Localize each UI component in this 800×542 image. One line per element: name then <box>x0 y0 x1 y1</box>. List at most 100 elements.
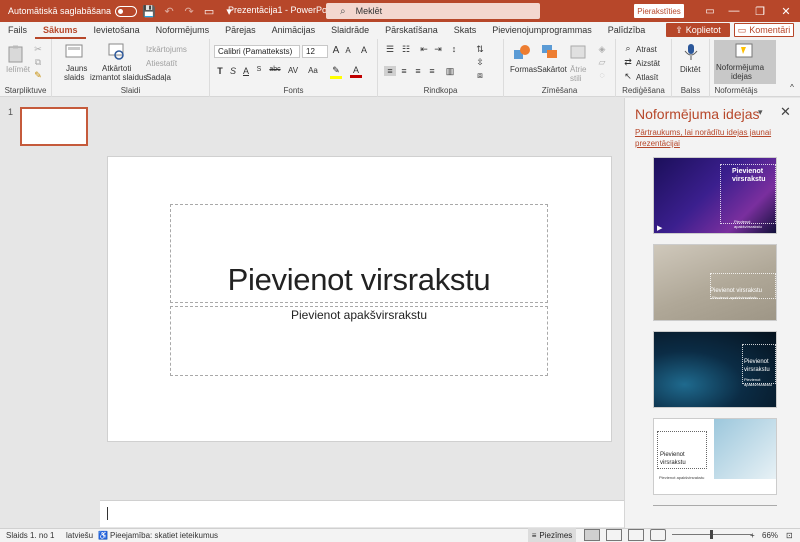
quick-styles-label-1[interactable]: Ātrie <box>570 65 586 74</box>
font-color-icon[interactable]: A <box>350 65 362 78</box>
tab-animations[interactable]: Animācijas <box>264 22 324 39</box>
accessibility-icon[interactable]: ♿ <box>98 531 108 540</box>
search-box[interactable]: ⌕ Meklēt <box>326 3 540 19</box>
tab-help[interactable]: Palīdzība <box>600 22 654 39</box>
tab-insert[interactable]: Ievietošana <box>86 22 148 39</box>
paste-label[interactable]: Ielīmēt <box>6 65 30 74</box>
find-label[interactable]: Atrast <box>636 45 657 54</box>
sign-in-button[interactable]: Pierakstīties <box>634 4 684 18</box>
grow-font-icon[interactable]: A <box>330 45 342 56</box>
fit-to-window-icon[interactable]: ⊡ <box>786 531 793 540</box>
present-icon[interactable]: ▭ <box>201 3 217 19</box>
change-case-icon[interactable]: Aa <box>306 66 320 75</box>
new-slide-icon[interactable] <box>64 43 84 61</box>
pane-close-icon[interactable]: ✕ <box>780 104 791 120</box>
align-center-icon[interactable]: ≡ <box>398 66 410 76</box>
justify-icon[interactable]: ≡ <box>426 66 438 76</box>
accessibility-status[interactable]: Pieejamība: skatiet ieteikumus <box>110 531 218 540</box>
zoom-slider-thumb[interactable] <box>710 530 713 539</box>
quick-styles-label-2[interactable]: stili <box>570 74 582 83</box>
language-indicator[interactable]: latviešu <box>66 531 93 540</box>
shape-effects-icon[interactable]: ◌ <box>596 70 608 80</box>
reuse-slides-label-2[interactable]: izmantot slaidus <box>90 73 147 82</box>
find-icon[interactable]: ⌕ <box>622 43 634 54</box>
arrange-icon[interactable] <box>540 43 560 61</box>
slide-canvas[interactable]: Pievienot virsrakstu Pievienot apakšvirs… <box>108 157 611 441</box>
decrease-indent-icon[interactable]: ⇤ <box>418 44 430 55</box>
smartart-icon[interactable]: ⧈ <box>474 70 486 81</box>
section-button[interactable]: Sadaļa <box>146 73 171 82</box>
line-spacing-icon[interactable]: ↕ <box>448 44 460 54</box>
design-ideas-link[interactable]: Pārtraukums, lai norādītu idejas jaunai … <box>635 127 785 149</box>
restore-button[interactable]: ❐ <box>750 2 770 20</box>
reuse-slides-label-1[interactable]: Atkārtoti <box>102 64 131 73</box>
close-button[interactable]: ✕ <box>776 2 796 20</box>
font-size-select[interactable]: 12 <box>302 45 328 58</box>
pane-options-icon[interactable]: ▾ <box>758 107 763 118</box>
shape-outline-icon[interactable]: ▱ <box>596 57 608 68</box>
align-right-icon[interactable]: ≡ <box>412 66 424 76</box>
bold-icon[interactable]: T <box>214 66 226 76</box>
cut-icon[interactable]: ✂ <box>32 44 44 55</box>
columns-icon[interactable]: ▥ <box>444 66 456 77</box>
paste-icon[interactable] <box>6 45 26 63</box>
dictate-label[interactable]: Diktēt <box>680 65 700 74</box>
minimize-button[interactable]: — <box>724 2 744 20</box>
quick-styles-icon[interactable] <box>568 43 588 61</box>
shapes-icon[interactable] <box>512 43 532 61</box>
arrange-label[interactable]: Sakārtot <box>537 65 567 74</box>
numbering-icon[interactable]: ☷ <box>400 44 412 55</box>
copy-icon[interactable]: ⧉ <box>32 57 44 68</box>
tab-home[interactable]: Sākums <box>35 22 86 39</box>
reuse-slides-icon[interactable] <box>106 43 126 61</box>
slide-sorter-icon[interactable] <box>606 529 622 541</box>
title-placeholder[interactable]: Pievienot virsrakstu <box>170 204 548 303</box>
highlight-icon[interactable]: ✎ <box>330 65 342 79</box>
reading-view-icon[interactable] <box>628 529 644 541</box>
design-ideas-label-2[interactable]: idejas <box>731 72 752 81</box>
zoom-level[interactable]: 66% <box>762 531 778 540</box>
select-label[interactable]: Atlasīt <box>636 73 658 82</box>
clear-format-icon[interactable]: A <box>358 45 370 55</box>
replace-icon[interactable]: ⇄ <box>622 57 634 68</box>
notes-button[interactable]: ≡ Piezīmes <box>528 528 576 542</box>
tab-design[interactable]: Noformējums <box>148 22 218 39</box>
layout-button[interactable]: Izkārtojums <box>146 45 187 54</box>
tab-review[interactable]: Pārskatīšana <box>377 22 446 39</box>
subtitle-placeholder[interactable]: Pievienot apakšvirsrakstu <box>170 306 548 376</box>
design-idea-3[interactable]: Pievienot virsrakstu Pievienot apakšvirs… <box>653 331 777 408</box>
tab-addins[interactable]: Pievienojumprogrammas <box>484 22 600 39</box>
new-slide-label-1[interactable]: Jauns <box>66 64 87 73</box>
share-button[interactable]: ⇪ Koplietot <box>666 23 730 37</box>
comments-button[interactable]: ▭ Komentāri <box>734 23 794 37</box>
undo-icon[interactable]: ↶ <box>161 3 177 19</box>
shape-fill-icon[interactable]: ◈ <box>596 44 608 55</box>
autosave-control[interactable]: Automātiskā saglabāšana <box>8 5 138 17</box>
new-slide-label-2[interactable]: slaids <box>64 73 84 82</box>
reset-button[interactable]: Atiestatīt <box>146 59 177 68</box>
underline-icon[interactable]: A <box>240 66 252 76</box>
text-direction-icon[interactable]: ⇅ <box>474 44 486 55</box>
notes-pane[interactable] <box>100 500 624 527</box>
ribbon-display-icon[interactable]: ▭ <box>700 2 720 20</box>
design-ideas-label-1[interactable]: Noformējuma <box>716 63 764 72</box>
tab-file[interactable]: Fails <box>0 22 35 39</box>
strikethrough-icon[interactable]: abc <box>268 66 282 73</box>
slideshow-icon[interactable] <box>650 529 666 541</box>
select-icon[interactable]: ↖ <box>622 71 634 82</box>
shapes-label[interactable]: Formas <box>510 65 537 74</box>
increase-indent-icon[interactable]: ⇥ <box>432 44 444 55</box>
collapse-ribbon-icon[interactable]: ^ <box>786 83 798 92</box>
zoom-out-icon[interactable]: + <box>750 531 755 540</box>
char-spacing-icon[interactable]: AV <box>286 66 300 75</box>
design-ideas-icon[interactable] <box>734 42 754 60</box>
align-text-icon[interactable]: ⇳ <box>474 57 486 68</box>
italic-icon[interactable]: S <box>227 66 239 76</box>
shadow-icon[interactable]: S <box>253 66 265 73</box>
autosave-toggle[interactable] <box>115 5 138 17</box>
tab-transitions[interactable]: Pārejas <box>217 22 264 39</box>
shrink-font-icon[interactable]: A <box>342 46 354 55</box>
bullets-icon[interactable]: ☰ <box>384 44 396 55</box>
design-idea-4[interactable]: Pievienot virsrakstu Pievienot apakšvirs… <box>653 418 777 495</box>
align-left-icon[interactable]: ≡ <box>384 66 396 76</box>
